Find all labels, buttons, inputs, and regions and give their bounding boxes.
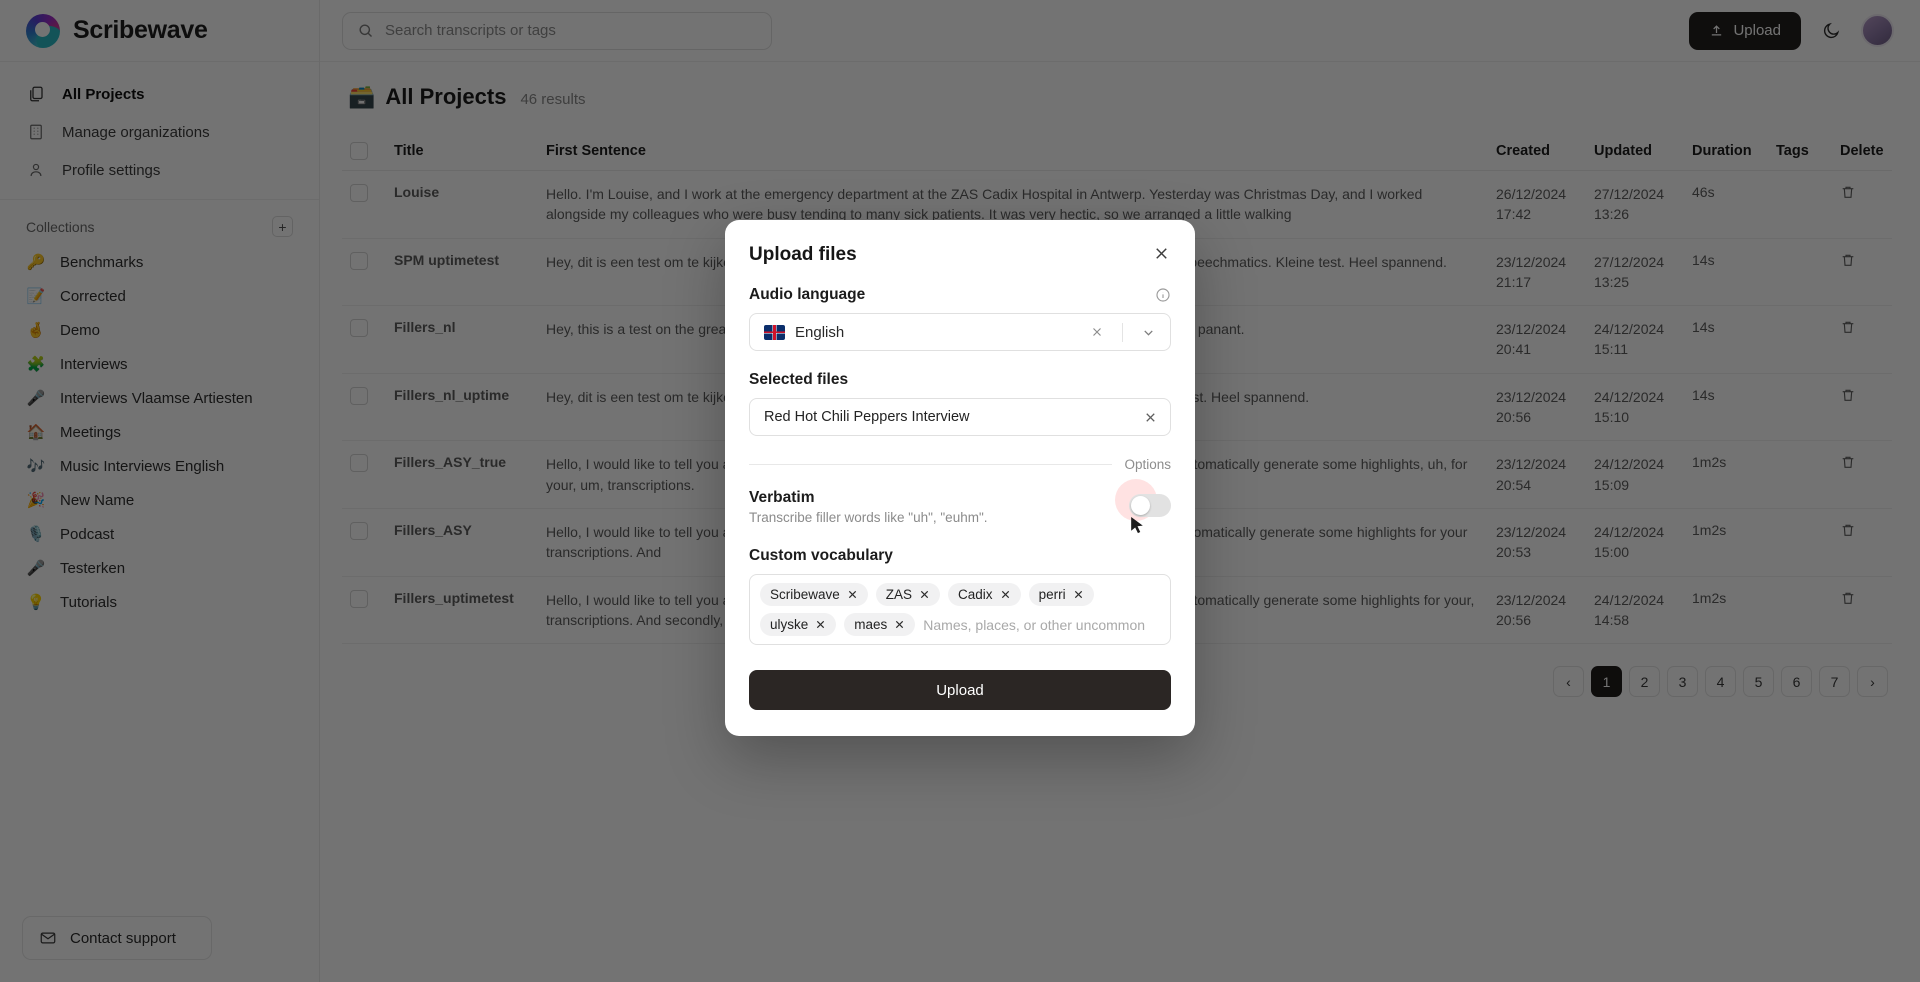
vocab-chip: Cadix <box>948 583 1021 606</box>
audio-language-value: English <box>795 323 845 341</box>
vocab-chip: ZAS <box>875 583 941 606</box>
clear-language-icon[interactable] <box>1082 325 1112 339</box>
vocab-chip-label: Cadix <box>958 587 993 602</box>
verbatim-label: Verbatim <box>749 489 815 506</box>
remove-chip-icon[interactable] <box>847 589 858 600</box>
verbatim-texts: Verbatim Transcribe filler words like "u… <box>749 489 988 525</box>
vocab-chip-label: perri <box>1038 587 1066 602</box>
selected-file-row[interactable]: Red Hot Chili Peppers Interview <box>749 398 1171 436</box>
remove-chip-icon[interactable] <box>894 619 905 630</box>
selected-files-label: Selected files <box>749 371 849 388</box>
mouse-cursor-icon <box>1130 517 1145 536</box>
vocab-chip-label: ulyske <box>770 617 809 632</box>
close-icon[interactable] <box>1152 244 1171 263</box>
custom-vocabulary-input[interactable]: Scribewave ZAS Cadix perri ulyske maes N… <box>749 574 1171 645</box>
vocab-chip: perri <box>1028 583 1094 606</box>
remove-chip-icon[interactable] <box>919 589 930 600</box>
verbatim-option: Verbatim Transcribe filler words like "u… <box>749 479 1171 534</box>
info-icon[interactable] <box>1155 287 1171 303</box>
app-root: Scribewave All Projects Manage or <box>0 0 1920 982</box>
vocab-chip: ulyske <box>760 613 837 636</box>
vocab-chip: Scribewave <box>760 583 868 606</box>
remove-chip-icon[interactable] <box>815 619 826 630</box>
options-divider: Options <box>749 457 1171 472</box>
uk-flag-icon <box>764 324 785 340</box>
vocab-chip-label: Scribewave <box>770 587 840 602</box>
modal-title: Upload files <box>749 244 857 265</box>
selected-file-name: Red Hot Chili Peppers Interview <box>764 409 970 425</box>
remove-chip-icon[interactable] <box>1000 589 1011 600</box>
vocab-chip-label: ZAS <box>885 587 913 602</box>
custom-vocabulary-label: Custom vocabulary <box>749 547 893 564</box>
upload-files-modal: Upload files Audio language English Sele… <box>725 220 1195 736</box>
verbatim-toggle[interactable] <box>1129 494 1171 517</box>
vocab-chip: maes <box>844 613 916 636</box>
chevron-down-icon[interactable] <box>1133 325 1164 340</box>
audio-language-select[interactable]: English <box>749 313 1171 351</box>
remove-file-icon[interactable] <box>1143 410 1158 425</box>
verbatim-toggle-wrap <box>1115 479 1171 534</box>
vocab-chip-label: maes <box>854 617 888 632</box>
select-separator <box>1122 322 1123 342</box>
modal-upload-button[interactable]: Upload <box>749 670 1171 710</box>
remove-chip-icon[interactable] <box>1073 589 1084 600</box>
modal-header: Upload files <box>749 244 1171 266</box>
options-label: Options <box>1124 457 1171 472</box>
divider-line <box>749 464 1113 465</box>
audio-language-label-row: Audio language <box>749 286 1171 304</box>
vocab-placeholder[interactable]: Names, places, or other uncommon <box>923 617 1160 633</box>
verbatim-description: Transcribe filler words like "uh", "euhm… <box>749 510 988 525</box>
audio-language-label: Audio language <box>749 286 866 303</box>
